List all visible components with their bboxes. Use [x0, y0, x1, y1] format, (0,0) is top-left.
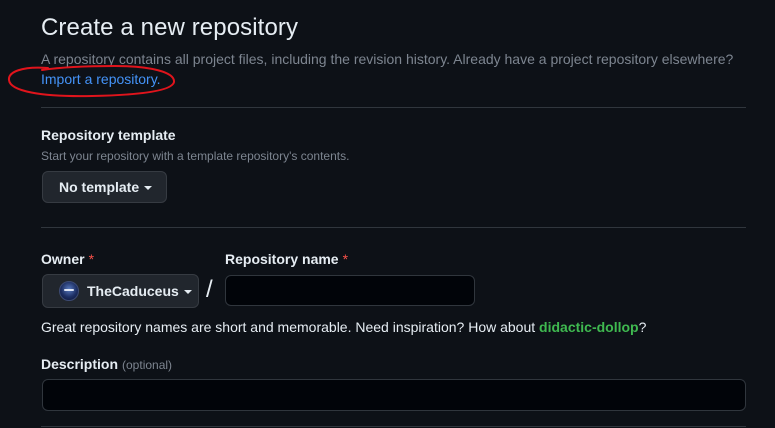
owner-required-mark: * [88, 251, 95, 267]
owner-repo-separator: / [206, 276, 213, 303]
repo-name-required-mark: * [342, 251, 349, 267]
owner-dropdown-button[interactable]: TheCaduceus [42, 274, 199, 308]
avatar [59, 281, 79, 301]
owner-label-text: Owner [41, 251, 85, 267]
section-divider [41, 227, 746, 228]
chevron-down-icon [183, 289, 192, 294]
suggestion-suffix: ? [638, 319, 647, 335]
page-title: Create a new repository [41, 14, 299, 41]
repo-name-label-text: Repository name [225, 251, 339, 267]
owner-label: Owner * [41, 251, 94, 267]
repository-name-input[interactable] [225, 275, 475, 306]
new-repository-page: Create a new repository A repository con… [0, 0, 775, 428]
section-divider [41, 107, 746, 108]
name-suggestion: Great repository names are short and mem… [41, 319, 646, 335]
template-hint: Start your repository with a template re… [41, 149, 350, 163]
chevron-down-icon [144, 185, 153, 190]
owner-name: TheCaduceus [87, 283, 179, 299]
template-button-label: No template [59, 179, 140, 195]
description-input[interactable] [42, 379, 746, 411]
page-subtitle: A repository contains all project files,… [41, 51, 734, 67]
description-label: Description (optional) [41, 356, 172, 372]
section-divider [41, 426, 746, 427]
description-label-text: Description [41, 356, 119, 372]
description-optional-tag: (optional) [122, 358, 173, 372]
suggestion-prefix: Great repository names are short and mem… [41, 319, 540, 335]
template-dropdown-button[interactable]: No template [42, 171, 167, 203]
suggested-repo-name[interactable]: didactic-dollop [539, 319, 639, 335]
import-repository-link[interactable]: Import a repository. [41, 71, 161, 87]
repo-name-label: Repository name * [225, 251, 348, 267]
template-label: Repository template [41, 127, 176, 143]
